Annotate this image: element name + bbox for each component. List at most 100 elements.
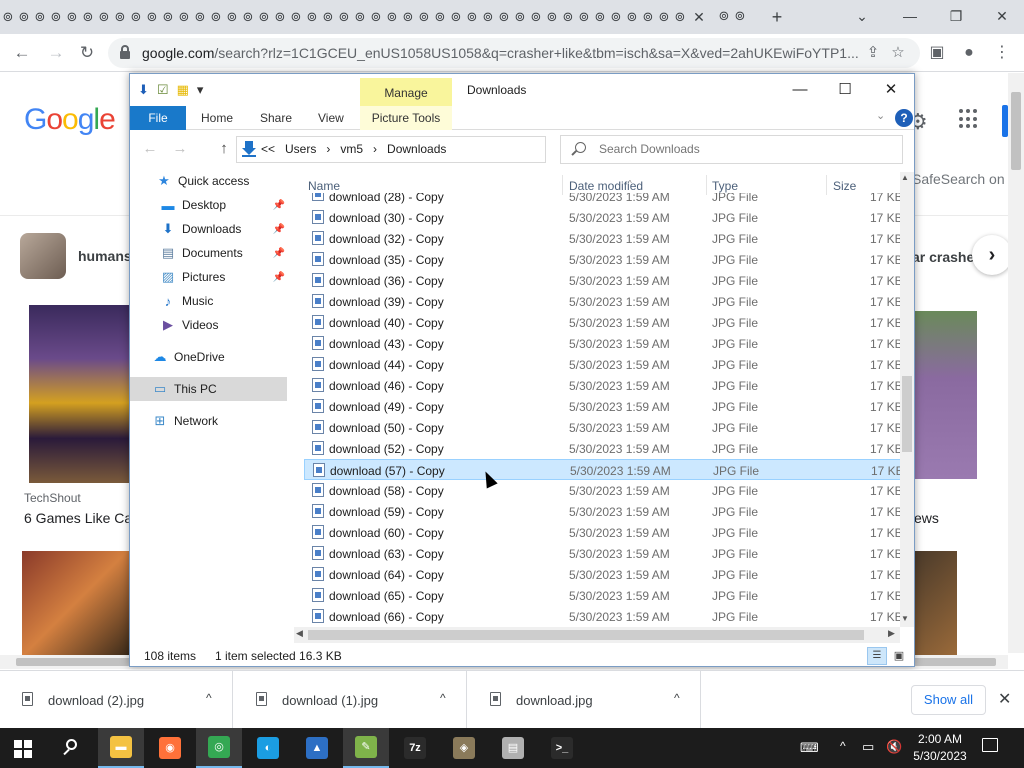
- ribbon-expand-icon[interactable]: ⌄: [876, 109, 885, 122]
- breadcrumb-item[interactable]: Downloads: [387, 142, 446, 156]
- clock[interactable]: 2:00 AM 5/30/2023: [912, 731, 968, 765]
- browser-tab[interactable]: ⊚: [240, 9, 256, 25]
- reload-button[interactable]: ↻: [75, 41, 99, 65]
- side-panel-icon[interactable]: ▣: [925, 41, 949, 65]
- explorer-forward-button[interactable]: →: [170, 140, 190, 158]
- browser-tab[interactable]: ⊚: [448, 9, 464, 25]
- download-item[interactable]: download (1).jpg ^: [234, 671, 467, 729]
- taskbar-app-chrome[interactable]: ◎: [196, 728, 242, 768]
- pin-icon[interactable]: 📌: [273, 224, 285, 235]
- result-image[interactable]: [915, 551, 957, 655]
- tab-search-button[interactable]: ⌄: [848, 4, 876, 28]
- profile-icon[interactable]: ●: [957, 41, 981, 65]
- lock-icon[interactable]: [120, 45, 130, 59]
- browser-tab[interactable]: ⊚: [288, 9, 304, 25]
- column-divider[interactable]: [826, 175, 827, 195]
- pin-icon[interactable]: 📌: [273, 248, 285, 259]
- tab-view[interactable]: View: [318, 106, 344, 130]
- browser-tab[interactable]: ⊚: [384, 9, 400, 25]
- file-row[interactable]: download (32) - Copy 5/30/2023 1:59 AM JPG…: [304, 228, 908, 249]
- browser-tab[interactable]: ⊚: [160, 9, 176, 25]
- close-window-button[interactable]: ✕: [988, 4, 1016, 28]
- browser-tab[interactable]: ⊚: [112, 9, 128, 25]
- up-folder-button[interactable]: ↑: [214, 140, 234, 158]
- browser-tab[interactable]: ⊚: [352, 9, 368, 25]
- download-item[interactable]: download (2).jpg ^: [0, 671, 233, 729]
- new-folder-icon[interactable]: ▦: [177, 82, 189, 98]
- file-row[interactable]: download (35) - Copy 5/30/2023 1:59 AM JPG…: [304, 249, 908, 270]
- large-icons-view-icon[interactable]: ▣: [890, 647, 908, 665]
- explorer-title-bar[interactable]: ⬇ ☑ ▦ ▾ Manage Downloads — ☐ ✕: [130, 74, 914, 106]
- file-row[interactable]: download (58) - Copy 5/30/2023 1:59 AM JPG…: [304, 480, 908, 501]
- result-image[interactable]: [29, 305, 129, 483]
- pin-icon[interactable]: 📌: [273, 272, 285, 283]
- file-row[interactable]: download (64) - Copy 5/30/2023 1:59 AM JPG…: [304, 564, 908, 585]
- file-row[interactable]: download (57) - Copy 5/30/2023 1:59 AM JPG…: [304, 459, 908, 480]
- browser-tab[interactable]: ⊚: [192, 9, 208, 25]
- column-divider[interactable]: [562, 175, 563, 195]
- browser-tab[interactable]: ⊚: [544, 9, 560, 25]
- tray-chevron-icon[interactable]: ^: [840, 739, 846, 753]
- taskbar-app-notepad[interactable]: ✎: [343, 728, 389, 768]
- download-item[interactable]: download.jpg ^: [468, 671, 701, 729]
- chrome-menu-icon[interactable]: ⋮: [990, 41, 1014, 65]
- customize-qat-icon[interactable]: ▾: [197, 82, 204, 98]
- browser-tab[interactable]: ⊚: [0, 9, 16, 25]
- tab-picture-tools[interactable]: Picture Tools: [360, 106, 452, 130]
- browser-tab[interactable]: ⊚: [416, 9, 432, 25]
- back-button[interactable]: ←: [10, 41, 34, 65]
- file-row[interactable]: download (40) - Copy 5/30/2023 1:59 AM JPG…: [304, 312, 908, 333]
- explorer-minimize-button[interactable]: —: [783, 78, 817, 102]
- download-options-chevron-icon[interactable]: ^: [206, 691, 212, 705]
- page-scroll-thumb[interactable]: [1011, 92, 1021, 170]
- browser-tab[interactable]: ⊚: [592, 9, 608, 25]
- column-divider[interactable]: [706, 175, 707, 195]
- share-icon[interactable]: ⇪: [863, 43, 883, 63]
- file-list-scroll-thumb[interactable]: [902, 376, 912, 452]
- browser-tab[interactable]: ⊚: [320, 9, 336, 25]
- browser-tab[interactable]: ⊚: [528, 9, 544, 25]
- result-title[interactable]: 6 Games Like Ca: [24, 510, 132, 526]
- safesearch-label[interactable]: SafeSearch on: [912, 171, 1005, 187]
- google-logo[interactable]: Google: [24, 103, 116, 137]
- browser-tab[interactable]: ⊚: [496, 9, 512, 25]
- browser-tab[interactable]: ⊚: [208, 9, 224, 25]
- browser-tab[interactable]: ⊚: [400, 9, 416, 25]
- nav-item-downloads[interactable]: ⬇ Downloads 📌: [130, 217, 287, 241]
- quick-access-download-icon[interactable]: ⬇: [138, 82, 149, 98]
- file-row[interactable]: download (43) - Copy 5/30/2023 1:59 AM JPG…: [304, 333, 908, 354]
- browser-tab[interactable]: ⊚: [64, 9, 80, 25]
- notifications-icon[interactable]: [982, 738, 998, 752]
- breadcrumb-item[interactable]: Users: [285, 142, 316, 156]
- nav-item-pictures[interactable]: ▨ Pictures 📌: [130, 265, 287, 289]
- browser-tab[interactable]: ⊚: [16, 9, 32, 25]
- breadcrumb-item[interactable]: <<: [261, 142, 275, 156]
- nav-item-quick-access[interactable]: ★ Quick access: [130, 169, 287, 193]
- address-bar[interactable]: google.com/search?rlz=1C1GCEU_enUS1058US…: [108, 38, 920, 68]
- column-header-type[interactable]: Type: [712, 179, 738, 193]
- browser-tab[interactable]: ⊚: [96, 9, 112, 25]
- scroll-up-arrow-icon[interactable]: ▲: [901, 173, 909, 182]
- windows-start-icon[interactable]: [14, 740, 32, 758]
- taskbar-search-icon[interactable]: [62, 738, 82, 758]
- browser-tab[interactable]: ⊚: [368, 9, 384, 25]
- browser-tab[interactable]: ⊚: [656, 9, 672, 25]
- taskbar-app-file-explorer[interactable]: ▬: [98, 728, 144, 768]
- related-chip-humans[interactable]: humans: [20, 233, 132, 279]
- file-row[interactable]: download (30) - Copy 5/30/2023 1:59 AM JPG…: [304, 207, 908, 228]
- browser-tab[interactable]: ⊚: [144, 9, 160, 25]
- tab-close-button[interactable]: ✕: [690, 8, 708, 26]
- scroll-right-arrow-icon[interactable]: ▶: [888, 628, 895, 639]
- file-row[interactable]: download (49) - Copy 5/30/2023 1:59 AM JPG…: [304, 396, 908, 417]
- close-downloads-bar-icon[interactable]: ✕: [998, 689, 1011, 709]
- search-input[interactable]: [599, 142, 889, 156]
- volume-muted-icon[interactable]: 🔇: [886, 739, 902, 755]
- browser-tab[interactable]: ⊚: [32, 9, 48, 25]
- nav-item-videos[interactable]: ▶ Videos: [130, 313, 287, 337]
- file-row[interactable]: download (46) - Copy 5/30/2023 1:59 AM JPG…: [304, 375, 908, 396]
- details-view-icon[interactable]: ☰: [867, 647, 887, 665]
- explorer-maximize-button[interactable]: ☐: [828, 78, 862, 102]
- nav-item-onedrive[interactable]: ☁ OneDrive: [130, 345, 287, 369]
- taskbar-app-firefox[interactable]: ◉: [147, 728, 193, 768]
- manage-tab[interactable]: Manage: [360, 78, 452, 106]
